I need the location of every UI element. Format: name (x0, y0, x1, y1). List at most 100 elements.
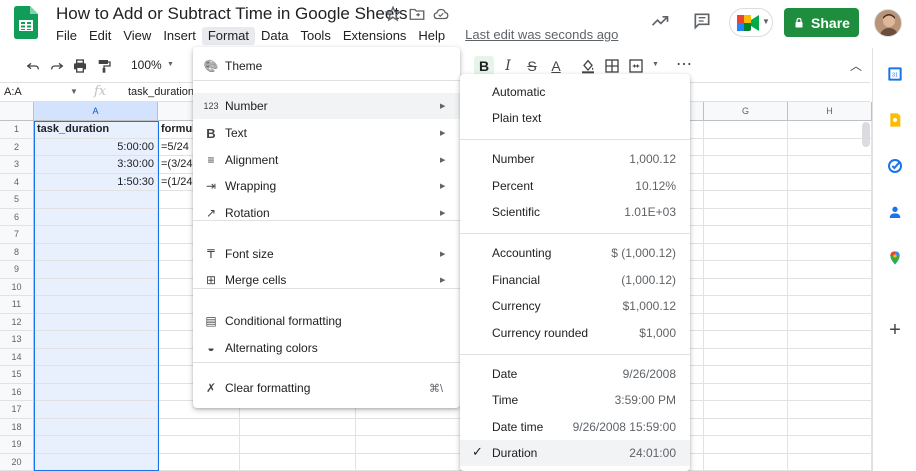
cell-h14[interactable] (788, 348, 872, 366)
cell-g19[interactable] (704, 436, 788, 454)
cell-a10[interactable] (34, 278, 158, 296)
cell-b19[interactable] (158, 436, 240, 454)
format-menu-item-alignment[interactable]: ≡ Alignment ▶ (193, 147, 460, 173)
row-header[interactable]: 8 (0, 243, 34, 261)
maps-icon[interactable] (887, 250, 903, 266)
cell-a14[interactable] (34, 348, 158, 366)
cell-d20[interactable] (356, 453, 472, 471)
borders-icon[interactable] (604, 58, 620, 74)
cell-g20[interactable] (704, 453, 788, 471)
cell-a1[interactable]: task_duration (34, 121, 158, 139)
row-header[interactable]: 15 (0, 366, 34, 384)
cell-g6[interactable] (704, 208, 788, 226)
cell-h7[interactable] (788, 226, 872, 244)
cell-a15[interactable] (34, 366, 158, 384)
format-menu-item-conditional-formatting[interactable]: ▤ Conditional formatting (193, 308, 460, 334)
number-format-date-time[interactable]: Date time 9/26/2008 15:59:00 (460, 414, 690, 440)
cell-h10[interactable] (788, 278, 872, 296)
menu-extensions[interactable]: Extensions (337, 27, 413, 45)
row-header[interactable]: 1 (0, 121, 34, 139)
cell-h8[interactable] (788, 243, 872, 261)
bold-button[interactable]: B (474, 56, 494, 76)
cell-h20[interactable] (788, 453, 872, 471)
redo-icon[interactable] (49, 58, 65, 74)
account-avatar[interactable] (874, 9, 902, 37)
vertical-scrollbar[interactable] (862, 122, 870, 147)
strikethrough-button[interactable]: S (522, 56, 542, 76)
cell-h4[interactable] (788, 173, 872, 191)
trending-chart-icon[interactable] (650, 11, 670, 31)
format-menu-item-number[interactable]: 123 Number ▶ (193, 93, 460, 119)
cell-a17[interactable] (34, 401, 158, 419)
cell-c19[interactable] (240, 436, 356, 454)
row-header[interactable]: 18 (0, 418, 34, 436)
cell-b20[interactable] (158, 453, 240, 471)
row-header[interactable]: 7 (0, 226, 34, 244)
cell-g15[interactable] (704, 366, 788, 384)
text-color-button[interactable]: A (546, 56, 566, 76)
cell-g7[interactable] (704, 226, 788, 244)
menu-help[interactable]: Help (412, 27, 451, 45)
cell-a12[interactable] (34, 313, 158, 331)
row-header[interactable]: 13 (0, 331, 34, 349)
row-header[interactable]: 4 (0, 173, 34, 191)
menu-format[interactable]: Format (201, 27, 255, 45)
format-menu-item-text[interactable]: B Text ▶ (193, 120, 460, 146)
format-menu-item-merge-cells[interactable]: ⊞ Merge cells ▶ (193, 267, 460, 293)
document-title[interactable]: How to Add or Subtract Time in Google Sh… (56, 4, 408, 24)
paint-format-icon[interactable] (96, 58, 112, 74)
star-icon[interactable] (384, 5, 402, 23)
cell-h5[interactable] (788, 191, 872, 209)
sheets-logo-icon[interactable] (14, 6, 38, 39)
number-format-date[interactable]: Date 9/26/2008 (460, 361, 690, 387)
cell-a11[interactable] (34, 296, 158, 314)
cell-g16[interactable] (704, 383, 788, 401)
cell-c18[interactable] (240, 418, 356, 436)
row-header[interactable]: 20 (0, 453, 34, 471)
number-format-accounting[interactable]: Accounting $ (1,000.12) (460, 240, 690, 266)
row-header[interactable]: 17 (0, 401, 34, 419)
number-format-financial[interactable]: Financial (1,000.12) (460, 267, 690, 293)
cell-h12[interactable] (788, 313, 872, 331)
menu-file[interactable]: File (50, 27, 83, 45)
keep-icon[interactable] (887, 112, 903, 128)
format-menu-item-wrapping[interactable]: ⇥ Wrapping ▶ (193, 173, 460, 199)
cell-h3[interactable] (788, 156, 872, 174)
row-header[interactable]: 3 (0, 156, 34, 174)
cell-h15[interactable] (788, 366, 872, 384)
cell-g8[interactable] (704, 243, 788, 261)
cell-g3[interactable] (704, 156, 788, 174)
cell-a3[interactable]: 3:30:00 (34, 156, 158, 174)
menu-edit[interactable]: Edit (83, 27, 117, 45)
number-format-currency[interactable]: Currency $1,000.12 (460, 293, 690, 319)
row-header[interactable]: 12 (0, 313, 34, 331)
print-icon[interactable] (72, 58, 88, 74)
format-menu-item-clear-formatting[interactable]: ✗ Clear formatting ⌘\ (193, 375, 460, 401)
cell-a2[interactable]: 5:00:00 (34, 138, 158, 156)
format-menu-item-alternating-colors[interactable]: ◒ Alternating colors (193, 335, 460, 361)
cell-g13[interactable] (704, 331, 788, 349)
share-button[interactable]: Share (784, 8, 859, 37)
zoom-select[interactable]: 100% (131, 58, 162, 72)
tasks-icon[interactable] (887, 158, 903, 174)
cell-g11[interactable] (704, 296, 788, 314)
cell-h19[interactable] (788, 436, 872, 454)
cell-a18[interactable] (34, 418, 158, 436)
fill-color-icon[interactable] (580, 58, 596, 74)
meet-button[interactable]: ▼ (729, 8, 773, 37)
cell-a16[interactable] (34, 383, 158, 401)
cell-d19[interactable] (356, 436, 472, 454)
row-header[interactable]: 2 (0, 138, 34, 156)
row-header[interactable]: 10 (0, 278, 34, 296)
undo-icon[interactable] (25, 58, 41, 74)
cell-h1[interactable] (788, 121, 872, 139)
cell-a19[interactable] (34, 436, 158, 454)
number-format-percent[interactable]: Percent 10.12% (460, 173, 690, 199)
cell-g12[interactable] (704, 313, 788, 331)
cell-g18[interactable] (704, 418, 788, 436)
cell-a8[interactable] (34, 243, 158, 261)
cell-g14[interactable] (704, 348, 788, 366)
cell-g1[interactable] (704, 121, 788, 139)
cell-h17[interactable] (788, 401, 872, 419)
cell-a6[interactable] (34, 208, 158, 226)
